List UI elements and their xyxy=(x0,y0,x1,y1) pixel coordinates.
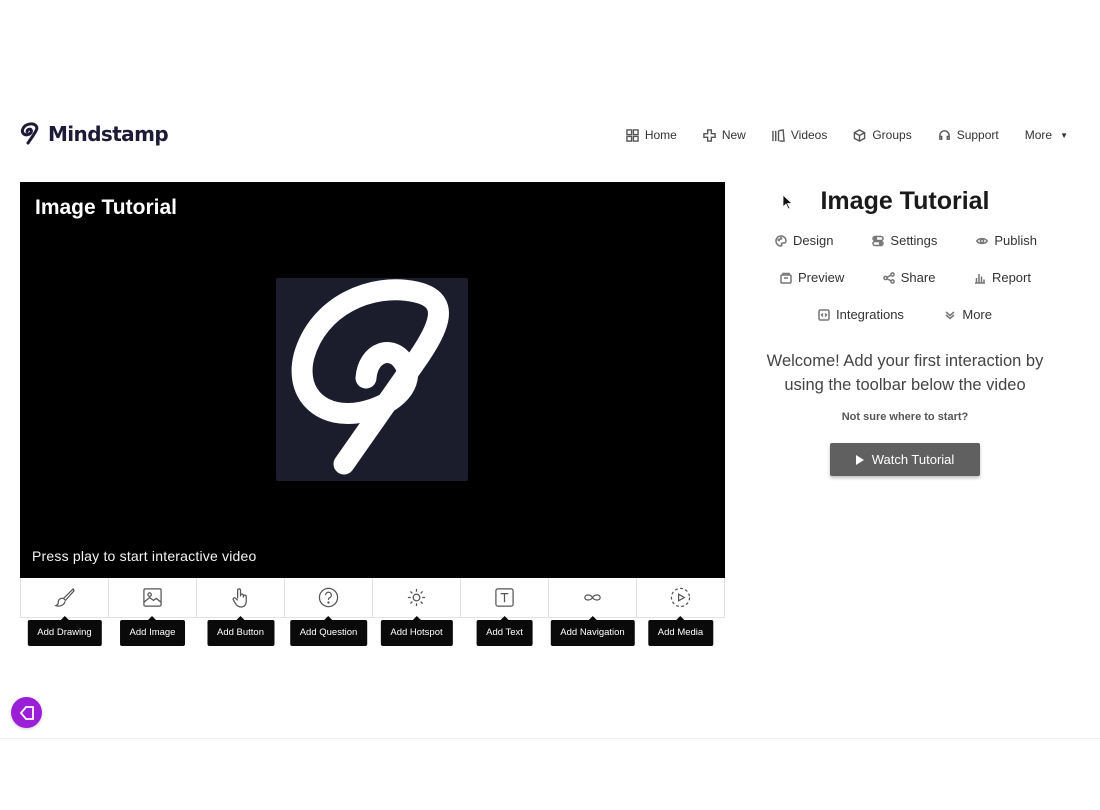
video-player[interactable]: Image Tutorial Press play to start inter… xyxy=(20,182,725,578)
bar-chart-icon xyxy=(974,273,985,284)
watch-tutorial-button[interactable]: Watch Tutorial xyxy=(830,443,980,476)
preview-icon xyxy=(780,272,792,284)
welcome-message: Welcome! Add your first interaction by u… xyxy=(750,349,1060,397)
question-icon xyxy=(318,587,339,608)
panel-menu-row-1: Design Settings Publish xyxy=(775,233,1037,248)
footer-divider xyxy=(0,738,1100,739)
tooltip-label: Add Navigation xyxy=(550,616,635,646)
tooltip-label: Add Text xyxy=(476,616,533,646)
add-hotspot-button[interactable]: Add Hotspot xyxy=(372,578,460,646)
nav-label: Groups xyxy=(872,128,912,142)
play-circle-icon xyxy=(670,587,691,608)
nav-more-label: More xyxy=(1024,128,1053,142)
not-sure-prompt: Not sure where to start? xyxy=(841,411,969,423)
menu-label: Settings xyxy=(890,233,938,248)
brand-name: Mindstamp xyxy=(48,122,169,146)
nav-new[interactable]: New xyxy=(703,128,746,142)
add-image-button[interactable]: Add Image xyxy=(108,578,196,646)
tag-arrow-left-icon xyxy=(19,705,34,720)
tooltip-label: Add Media xyxy=(647,616,714,646)
menu-label: Share xyxy=(900,270,936,285)
menu-label: Integrations xyxy=(836,307,904,322)
add-button-button[interactable]: Add Button xyxy=(196,578,284,646)
nav-label: Videos xyxy=(790,128,828,142)
library-icon xyxy=(772,128,785,142)
add-text-button[interactable]: Add Text xyxy=(460,578,548,646)
nav-label: Home xyxy=(644,128,677,142)
tooltip-label: Add Image xyxy=(119,616,186,646)
menu-share[interactable]: Share xyxy=(882,270,936,285)
menu-integrations[interactable]: Integrations xyxy=(818,307,904,322)
tooltip-label: Add Button xyxy=(206,616,275,646)
menu-preview[interactable]: Preview xyxy=(780,270,844,285)
headset-icon xyxy=(938,129,950,140)
tooltip-label: Add Hotspot xyxy=(380,616,453,646)
nav-groups[interactable]: Groups xyxy=(853,128,912,142)
grid-icon xyxy=(626,128,639,142)
image-icon xyxy=(143,588,162,607)
interaction-toolbar: Add Drawing Add Image Add Button Add Que… xyxy=(20,578,725,646)
top-navigation: Home New Videos Groups Support More ▼ xyxy=(626,128,1068,142)
nav-videos[interactable]: Videos xyxy=(772,128,827,142)
video-title: Image Tutorial xyxy=(35,196,177,219)
panel-menu-row-2: Preview Share Report xyxy=(780,270,1031,285)
add-question-button[interactable]: Add Question xyxy=(284,578,372,646)
panel-title: Image Tutorial xyxy=(820,187,990,215)
chevron-double-down-icon xyxy=(945,310,955,319)
menu-label: Design xyxy=(793,233,834,248)
menu-design[interactable]: Design xyxy=(775,233,833,248)
mindstamp-logo-icon xyxy=(20,122,39,145)
nav-label: Support xyxy=(956,128,999,142)
code-icon xyxy=(818,308,830,321)
nav-support[interactable]: Support xyxy=(938,128,999,142)
pointer-hand-icon xyxy=(232,588,247,608)
tooltip-label: Add Question xyxy=(289,616,368,646)
sun-icon xyxy=(407,588,426,607)
menu-label: More xyxy=(962,307,992,322)
floating-back-button[interactable] xyxy=(11,697,42,728)
add-media-button[interactable]: Add Media xyxy=(636,578,725,646)
groups-icon xyxy=(854,128,866,142)
nav-home[interactable]: Home xyxy=(626,128,677,142)
tooltip-label: Add Drawing xyxy=(27,616,102,646)
share-icon xyxy=(882,271,895,284)
menu-label: Report xyxy=(991,270,1031,285)
palette-icon xyxy=(775,234,787,247)
menu-settings[interactable]: Settings xyxy=(872,233,937,248)
menu-label: Preview xyxy=(798,270,845,285)
menu-publish[interactable]: Publish xyxy=(976,233,1037,248)
menu-label: Publish xyxy=(994,233,1037,248)
play-icon xyxy=(855,454,864,465)
press-play-message: Press play to start interactive video xyxy=(32,548,257,564)
caret-down-icon: ▼ xyxy=(1060,130,1068,140)
nav-more-dropdown[interactable]: More ▼ xyxy=(1025,128,1068,142)
video-thumbnail xyxy=(276,278,468,481)
text-icon xyxy=(495,588,514,607)
eye-icon xyxy=(976,237,989,244)
menu-report[interactable]: Report xyxy=(974,270,1031,285)
brush-icon xyxy=(54,587,75,607)
welcome-line-1: Welcome! Add your first interaction by xyxy=(766,352,1044,370)
settings-icon xyxy=(872,235,885,246)
mindstamp-logo-icon xyxy=(291,279,449,475)
mindstamp-logo[interactable]: Mindstamp xyxy=(20,122,169,146)
menu-more[interactable]: More xyxy=(944,307,992,322)
panel-menu-row-3: Integrations More xyxy=(818,307,992,322)
infinity-icon xyxy=(584,594,601,601)
watch-tutorial-label: Watch Tutorial xyxy=(871,452,955,467)
plus-icon xyxy=(703,128,716,142)
welcome-line-2: using the toolbar below the video xyxy=(784,376,1026,394)
add-drawing-button[interactable]: Add Drawing xyxy=(20,578,108,646)
nav-label: New xyxy=(721,128,746,142)
add-navigation-button[interactable]: Add Navigation xyxy=(548,578,636,646)
